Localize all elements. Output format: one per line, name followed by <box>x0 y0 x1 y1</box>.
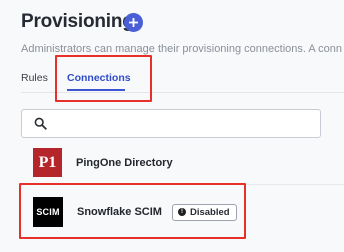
search-box[interactable] <box>21 109 321 138</box>
page-title: Provisioning <box>21 11 134 32</box>
add-connection-button[interactable] <box>124 13 143 32</box>
connection-row-pingone[interactable]: P1 PingOne Directory <box>21 146 344 179</box>
tabs-divider <box>21 92 344 93</box>
scim-logo: SCIM <box>33 197 63 227</box>
active-tab-indicator <box>67 89 125 91</box>
connection-name: Snowflake SCIM <box>77 206 162 218</box>
status-badge: ! Disabled <box>171 203 237 221</box>
page-subtitle: Administrators can manage their provisio… <box>21 43 343 55</box>
pingone-logo: P1 <box>33 148 62 177</box>
row-divider <box>21 184 344 185</box>
search-input[interactable] <box>54 110 320 137</box>
alert-icon: ! <box>177 208 186 216</box>
search-icon <box>32 116 48 132</box>
plus-icon <box>129 18 138 27</box>
connection-row-snowflake[interactable]: SCIM Snowflake SCIM ! Disabled <box>21 193 344 231</box>
connection-name: PingOne Directory <box>76 156 173 169</box>
tab-connections[interactable]: Connections <box>67 72 131 84</box>
tab-rules[interactable]: Rules <box>21 72 48 84</box>
status-label: Disabled <box>189 206 230 218</box>
